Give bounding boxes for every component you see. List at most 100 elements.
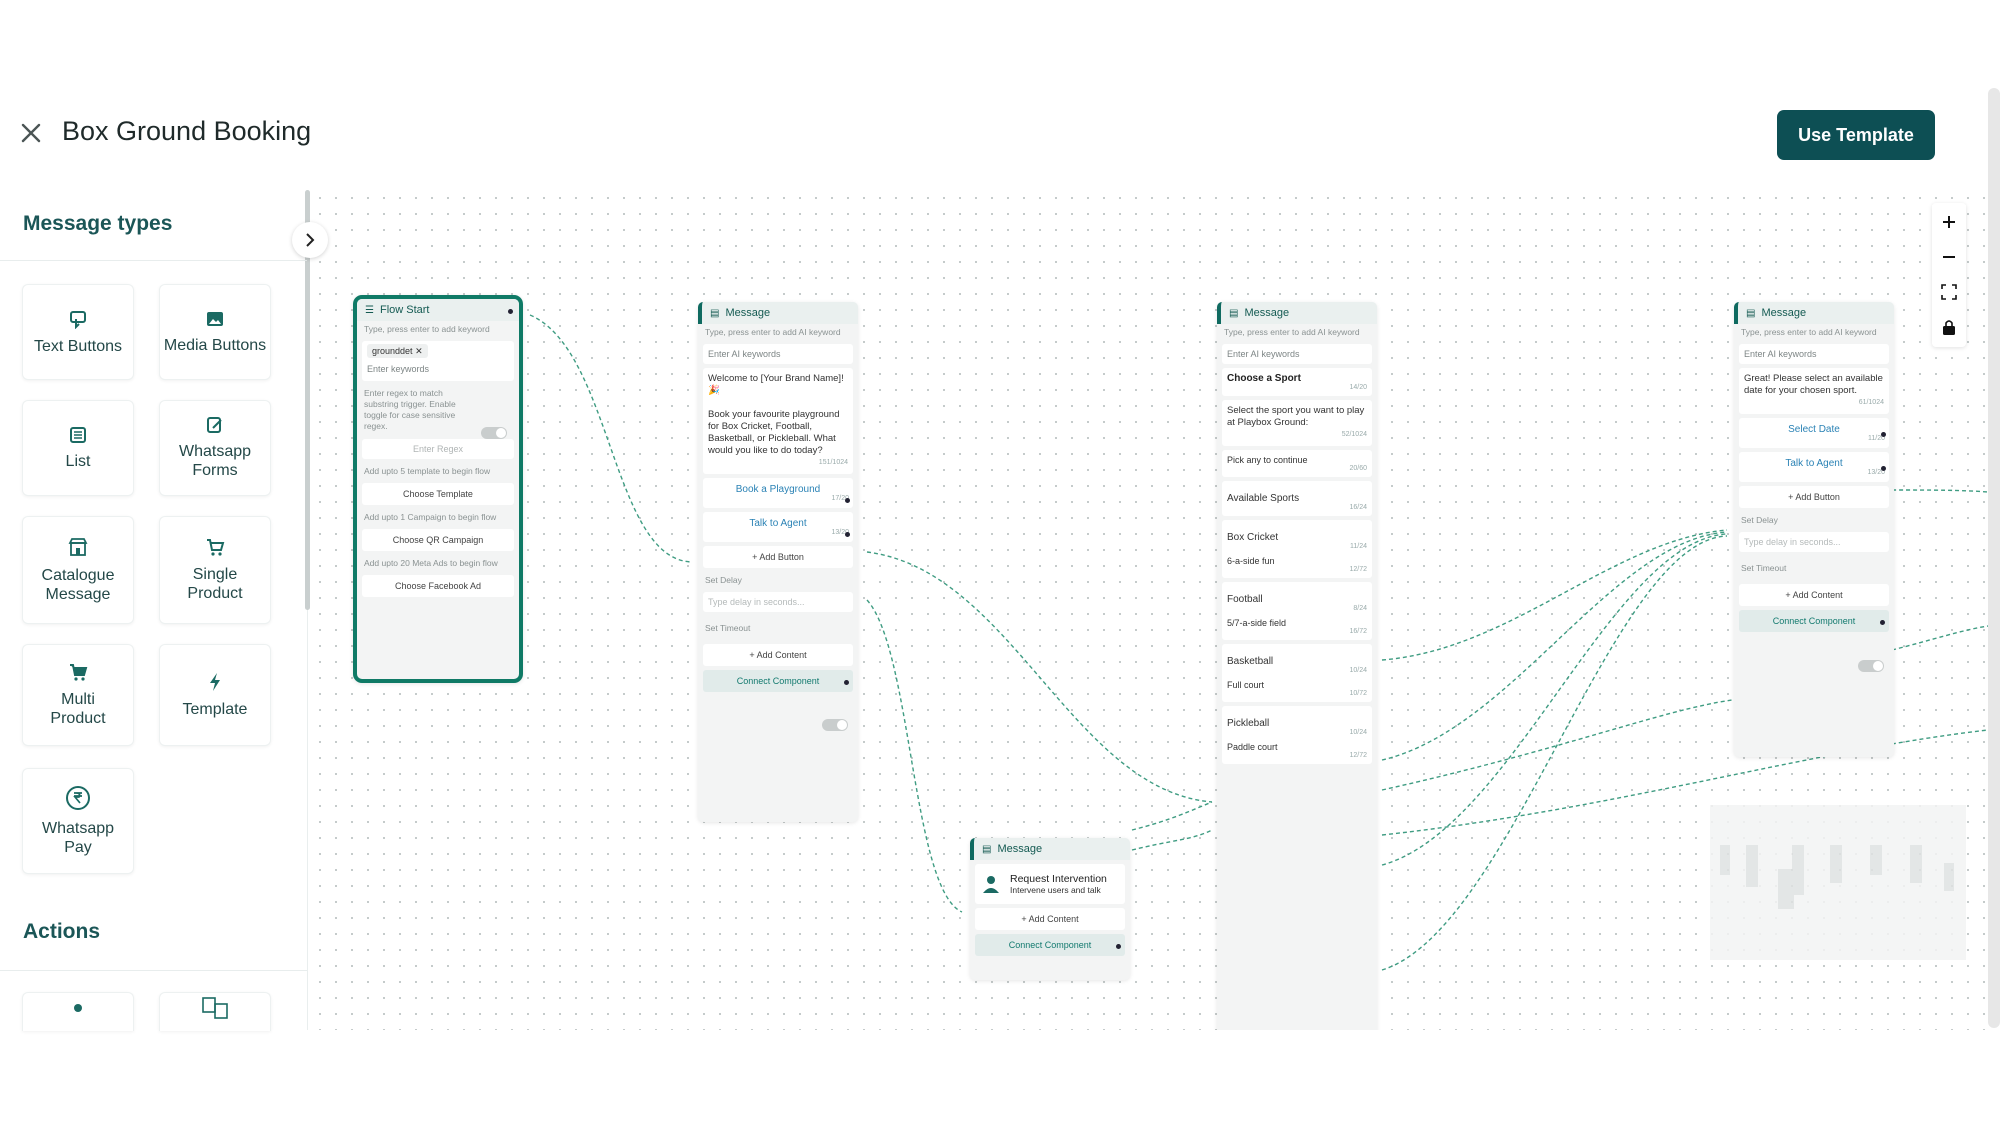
flow-start-node[interactable]: ☰ Flow Start Type, press enter to add ke…: [353, 295, 523, 683]
add-button[interactable]: + Add Button: [703, 546, 853, 568]
char-count: 12/72: [1349, 752, 1367, 759]
output-handle[interactable]: [844, 680, 849, 685]
choose-template-button[interactable]: Choose Template: [362, 483, 514, 505]
char-count: 14/20: [1349, 384, 1367, 391]
case-sensitive-toggle[interactable]: [481, 427, 507, 439]
list-header[interactable]: Choose a Sport 14/20: [1222, 368, 1372, 396]
add-content-button[interactable]: + Add Content: [1739, 584, 1889, 606]
regex-input[interactable]: Enter Regex: [362, 439, 514, 459]
message-body[interactable]: Welcome to [Your Brand Name]! 🎉 Book you…: [703, 368, 853, 474]
connect-component-button[interactable]: Connect Component: [1739, 610, 1889, 632]
list-section[interactable]: Available Sports 16/24: [1222, 481, 1372, 516]
list-row[interactable]: Box Cricket 11/24 6-a-side fun 12/72: [1222, 520, 1372, 578]
message-node[interactable]: ▤ Message Type, press enter to add AI ke…: [698, 302, 858, 822]
reply-button[interactable]: Talk to Agent 13/20: [703, 512, 853, 542]
keyword-chip[interactable]: grounddet ✕: [367, 344, 428, 358]
delay-input[interactable]: Type delay in seconds...: [703, 592, 853, 612]
set-delay-label: Set Delay: [705, 575, 742, 585]
lock-button[interactable]: [1932, 310, 1966, 344]
fit-view-button[interactable]: [1932, 275, 1966, 309]
choose-campaign-button[interactable]: Choose QR Campaign: [362, 529, 514, 551]
wire: [1131, 829, 1213, 851]
header-text: Choose a Sport: [1227, 373, 1301, 384]
button-label: Book a Playground: [735, 484, 821, 495]
reply-button[interactable]: Select Date 11/20: [1739, 418, 1889, 448]
action-tile[interactable]: [159, 992, 271, 1031]
message-node[interactable]: ▤ Message Request Intervention Intervene…: [970, 838, 1130, 980]
keyword-chip-label: grounddet: [372, 346, 413, 356]
tile-list[interactable]: List: [22, 400, 134, 496]
divider: [0, 260, 307, 261]
tile-template[interactable]: Template: [159, 644, 271, 746]
timeout-toggle[interactable]: [822, 719, 848, 731]
message-icon: ▤: [1746, 307, 1756, 319]
output-handle[interactable]: [508, 309, 513, 314]
list-row[interactable]: Football 8/24 5/7-a-side field 16/72: [1222, 582, 1372, 640]
set-delay-label: Set Delay: [1741, 515, 1778, 525]
connect-label: Connect Component: [1008, 940, 1092, 950]
node-title: Message: [725, 307, 771, 319]
reply-button[interactable]: Talk to Agent 13/20: [1739, 452, 1889, 482]
tile-whatsapp-pay[interactable]: Whatsapp Pay: [22, 768, 134, 874]
use-template-button[interactable]: Use Template: [1777, 110, 1935, 160]
add-content-button[interactable]: + Add Content: [975, 908, 1125, 930]
tile-text-buttons[interactable]: Text Buttons: [22, 284, 134, 380]
output-handle[interactable]: [845, 498, 850, 503]
minimap[interactable]: [1710, 805, 1966, 960]
output-handle[interactable]: [1116, 944, 1121, 949]
output-handle[interactable]: [1881, 466, 1886, 471]
list-row[interactable]: Basketball 10/24 Full court 10/72: [1222, 644, 1372, 702]
tile-media-buttons[interactable]: Media Buttons: [159, 284, 271, 380]
tile-catalogue-message[interactable]: Catalogue Message: [22, 516, 134, 624]
message-icon: ▤: [982, 843, 992, 855]
action-tile[interactable]: [22, 992, 134, 1031]
char-count: 12/72: [1349, 566, 1367, 573]
connect-label: Connect Component: [1772, 616, 1856, 626]
timeout-toggle[interactable]: [1858, 660, 1884, 672]
divider: [0, 970, 307, 971]
add-button[interactable]: + Add Button: [1739, 486, 1889, 508]
node-header: ▤ Message: [1734, 302, 1894, 324]
page-scrollbar[interactable]: [1988, 88, 2000, 1028]
message-node[interactable]: ▤ Message Type, press enter to add AI ke…: [1217, 302, 1377, 1030]
minus-icon: [1943, 256, 1955, 258]
remove-chip-icon[interactable]: ✕: [415, 346, 423, 356]
list-body[interactable]: Select the sport you want to play at Pla…: [1222, 400, 1372, 446]
reply-button[interactable]: Book a Playground 17/20: [703, 478, 853, 508]
ai-keyword-input[interactable]: Enter AI keywords: [703, 344, 853, 364]
zoom-out-button[interactable]: [1932, 240, 1966, 274]
close-icon[interactable]: [18, 120, 44, 146]
choose-facebook-ad-button[interactable]: Choose Facebook Ad: [362, 575, 514, 597]
list-row[interactable]: Pickleball 10/24 Paddle court 12/72: [1222, 706, 1372, 764]
tile-multi-product[interactable]: Multi Product: [22, 644, 134, 746]
tile-whatsapp-forms[interactable]: Whatsapp Forms: [159, 400, 271, 496]
message-node[interactable]: ▤ Message Type, press enter to add AI ke…: [1734, 302, 1894, 757]
row-description: 5/7-a-side field: [1227, 618, 1287, 628]
row-description: 6-a-side fun: [1227, 556, 1275, 566]
form-icon: [207, 417, 222, 433]
list-footer[interactable]: Pick any to continue 20/60: [1222, 450, 1372, 477]
keyword-placeholder: Enter keywords: [367, 364, 430, 374]
connect-component-button[interactable]: Connect Component: [703, 670, 853, 692]
rupee-icon: [66, 786, 90, 810]
wire: [1891, 625, 1988, 651]
message-body[interactable]: Great! Please select an available date f…: [1739, 368, 1889, 414]
output-handle[interactable]: [1881, 432, 1886, 437]
row-description: Full court: [1227, 680, 1265, 690]
output-handle[interactable]: [1880, 620, 1885, 625]
wire: [1381, 533, 1728, 866]
zoom-in-button[interactable]: [1932, 205, 1966, 239]
keyword-input[interactable]: grounddet ✕ Enter keywords: [362, 341, 514, 381]
ai-keyword-input[interactable]: Enter AI keywords: [1739, 344, 1889, 364]
agent-icon: [983, 876, 999, 893]
fit-view-icon: [1941, 284, 1957, 300]
add-content-button[interactable]: + Add Content: [703, 644, 853, 666]
ai-keyword-hint: Type, press enter to add AI keyword: [1224, 327, 1360, 337]
intervention-card[interactable]: Request Intervention Intervene users and…: [975, 864, 1125, 904]
output-handle[interactable]: [845, 532, 850, 537]
delay-input[interactable]: Type delay in seconds...: [1739, 532, 1889, 552]
tile-single-product[interactable]: Single Product: [159, 516, 271, 624]
collapse-sidebar-button[interactable]: [292, 222, 328, 258]
ai-keyword-input[interactable]: Enter AI keywords: [1222, 344, 1372, 364]
connect-component-button[interactable]: Connect Component: [975, 934, 1125, 956]
